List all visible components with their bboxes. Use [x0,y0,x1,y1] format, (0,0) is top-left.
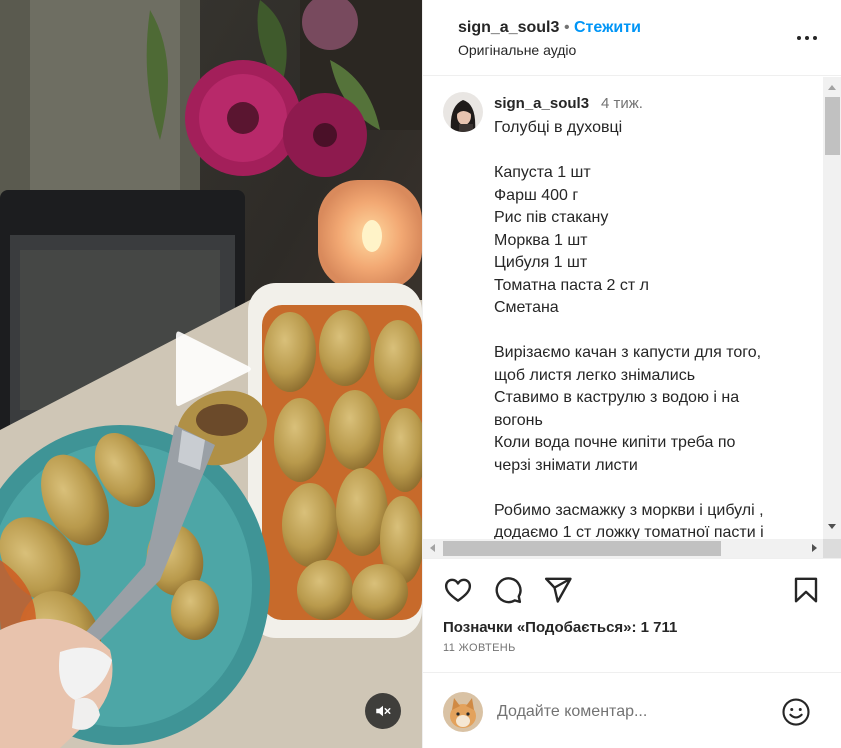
post-header: sign_a_soul3 • Стежити Оригінальне аудіо [423,0,841,76]
comment-button[interactable] [493,575,523,605]
horizontal-scrollbar[interactable] [423,539,823,558]
author-username-link[interactable]: sign_a_soul3 [458,19,559,37]
post-date[interactable]: 11 жовтень [443,642,516,654]
caption-line: Ставимо в каструлю з водою і на [494,389,740,406]
caption-line: щоб листя легко знімались [494,366,696,384]
cat-avatar-image [443,692,483,732]
caption-text: Голубці в духовці Капуста 1 шт Фарш 400 … [494,117,819,545]
caption-line: Цибуля 1 шт [494,254,588,271]
play-icon [176,331,251,406]
scrollbar-corner [823,539,841,558]
caption-line [494,320,819,343]
avatar-photo-image [443,92,483,132]
caption-author-avatar[interactable] [443,92,483,132]
post-actions-bar: Позначки «Подобається»: 1 711 11 жовтень [423,558,841,654]
scroll-right-arrow-icon[interactable] [812,544,817,552]
caption-line: Вирізаємо качан з капусти для того, [494,344,762,361]
caption-username-link[interactable]: sign_a_soul3 [494,95,589,112]
original-audio-link[interactable]: Оригінальне аудіо [458,42,576,58]
post-video[interactable] [0,0,422,748]
more-dot-icon [797,36,801,40]
caption-line [494,477,819,500]
follow-button[interactable]: Стежити [574,19,641,37]
caption-timestamp[interactable]: 4 тиж. [601,95,643,112]
caption-line: Капуста 1 шт [494,164,591,181]
caption-line: Рис пів стакану [494,209,609,226]
likes-count-link[interactable]: Позначки «Подобається»: 1 711 [443,619,677,636]
horizontal-scroll-thumb[interactable] [443,541,721,556]
caption-line [494,140,819,163]
more-options-button[interactable] [793,26,821,50]
share-button[interactable] [543,575,573,605]
current-user-avatar [443,692,483,732]
speaker-muted-icon [376,705,391,717]
smiley-icon [782,698,810,726]
caption-line: Робимо засмажку з моркви і цибулі , [494,501,764,519]
like-button[interactable] [443,575,473,605]
caption-line: Фарш 400 г [494,186,579,204]
more-dot-icon [805,36,809,40]
comments-scroll-area[interactable]: sign_a_soul3 4 тиж. Голубці в духовці Ка… [423,77,841,558]
scroll-left-arrow-icon[interactable] [430,544,435,552]
vertical-scroll-thumb[interactable] [825,97,840,155]
scroll-up-arrow-icon[interactable] [828,85,836,90]
caption-line: черзі знімати листи [494,456,638,474]
bookmark-icon [794,577,818,603]
add-comment-bar [423,672,841,748]
caption-line: Томатна паста 2 ст л [494,276,649,294]
add-comment-input[interactable] [497,700,777,724]
mute-toggle-button[interactable] [365,693,401,729]
header-separator-dot: • [564,19,570,36]
vertical-scrollbar[interactable] [823,77,841,539]
post-side-panel: sign_a_soul3 • Стежити Оригінальне аудіо… [422,0,841,748]
caption-line: Голубці в духовці [494,119,623,136]
caption-line: вогонь [494,411,543,429]
play-button[interactable] [168,326,258,412]
caption-line: Морква 1 шт [494,231,588,249]
comment-icon [495,577,522,604]
caption-line: Сметана [494,299,559,316]
scroll-down-arrow-icon[interactable] [828,524,836,529]
more-dot-icon [813,36,817,40]
heart-icon [444,578,472,602]
caption-line: Коли вода почне кипіти треба по [494,434,736,451]
save-button[interactable] [791,575,821,605]
paper-plane-icon [544,577,572,603]
emoji-picker-button[interactable] [781,697,811,727]
